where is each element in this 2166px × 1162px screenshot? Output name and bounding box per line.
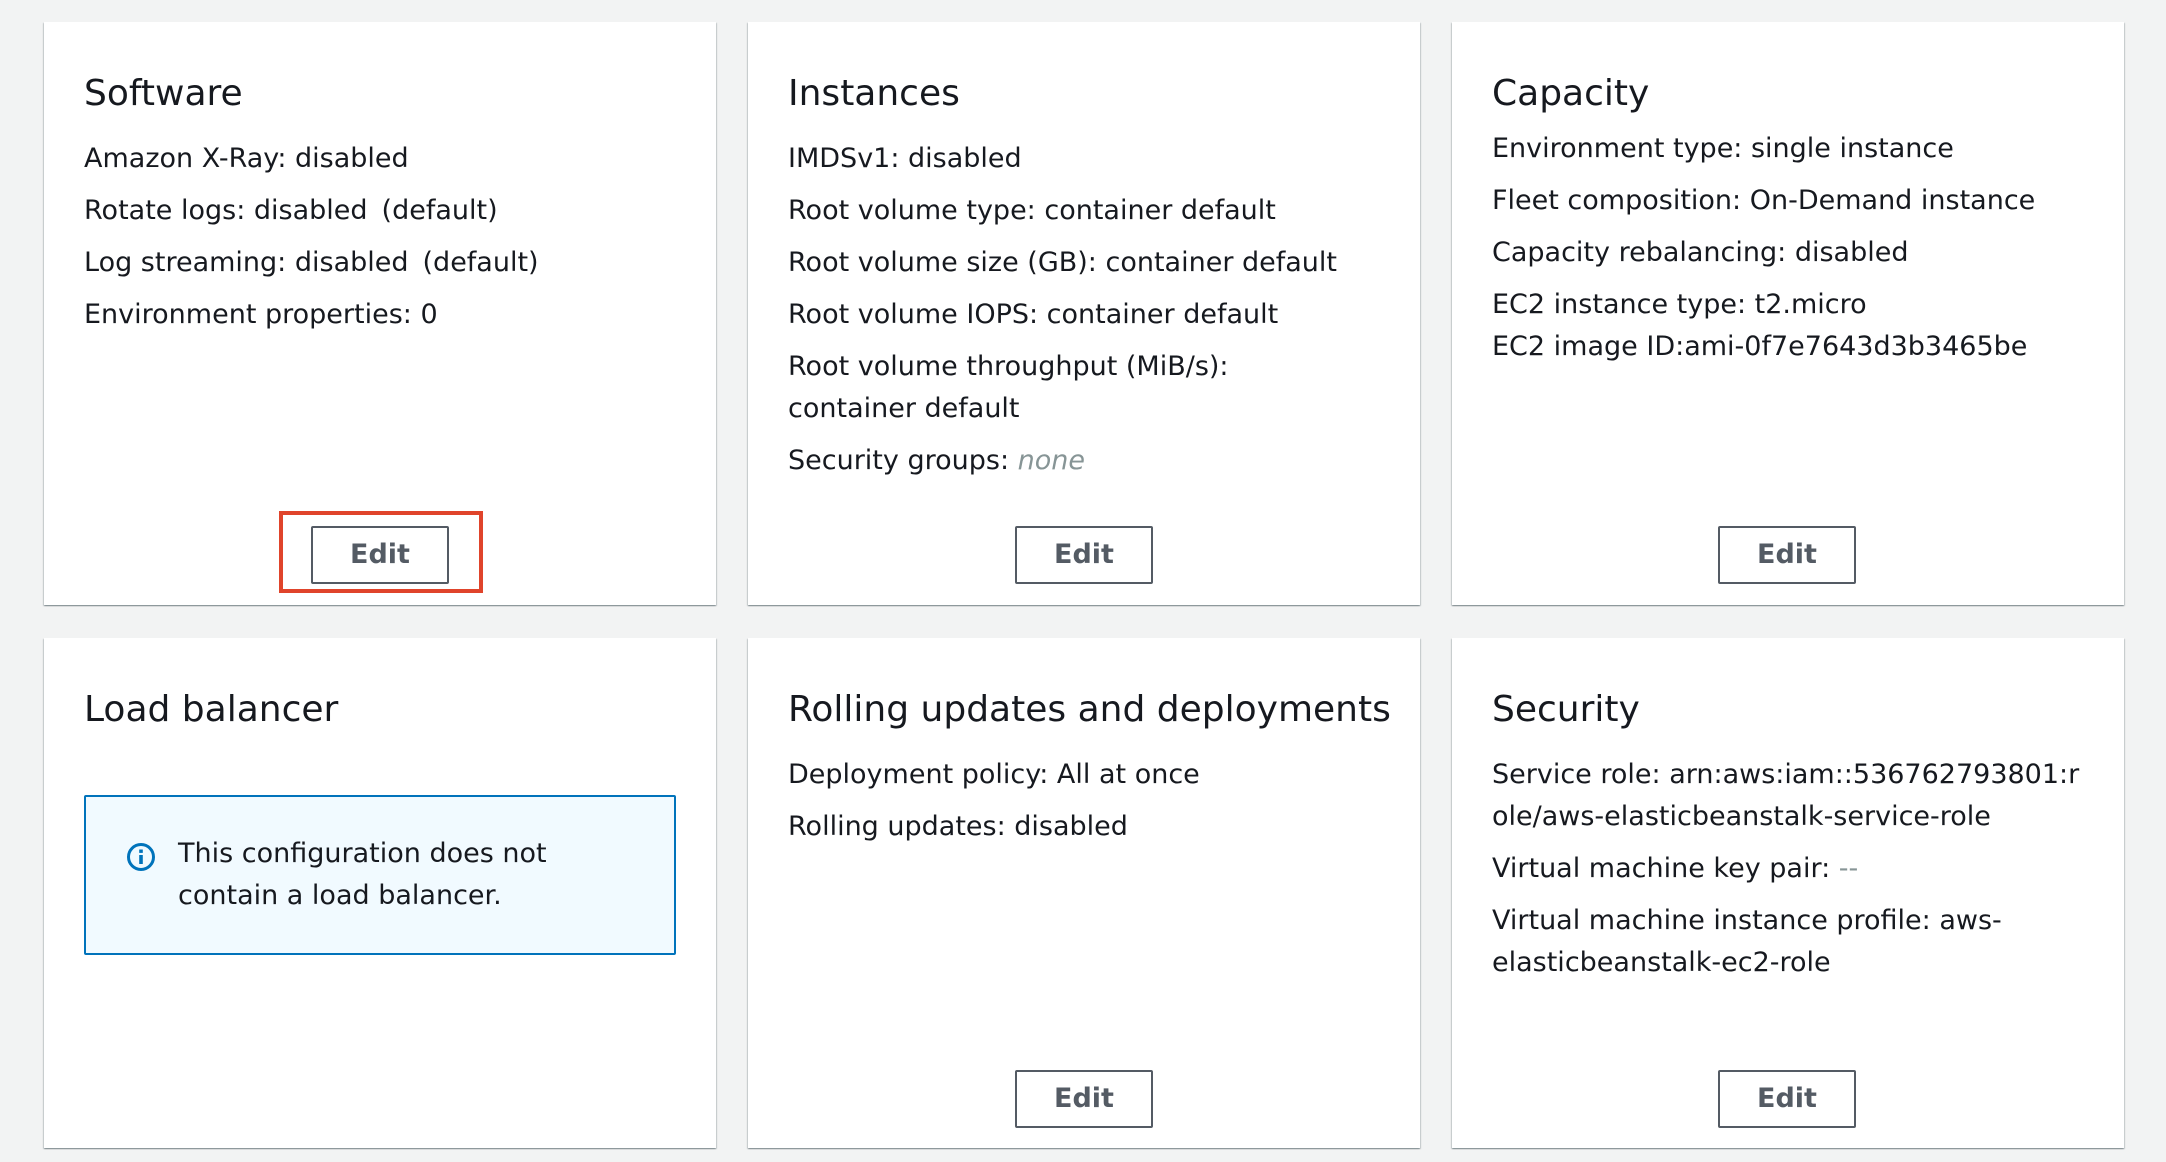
root-volume-type: Root volume type: container default xyxy=(788,195,1276,226)
rolling-updates-edit-button[interactable]: Edit xyxy=(1015,1070,1153,1128)
capacity-card: Capacity Environment type: single instan… xyxy=(1452,22,2124,605)
root-volume-iops: Root volume IOPS: container default xyxy=(788,299,1279,330)
software-edit-button[interactable]: Edit xyxy=(311,526,449,584)
security-details: Service role: arn:aws:iam::536762793801:… xyxy=(1492,754,2084,994)
rolling-updates-title: Rolling updates and deployments xyxy=(788,689,1391,730)
xray-status: Amazon X-Ray: disabled xyxy=(84,143,409,174)
capacity-edit-button[interactable]: Edit xyxy=(1718,526,1856,584)
rolling-updates-card: Rolling updates and deployments Deployme… xyxy=(748,638,1420,1148)
log-streaming-label: Log streaming: disabled xyxy=(84,247,409,278)
capacity-details: Environment type: single instance Fleet … xyxy=(1492,128,2088,368)
security-card: Security Service role: arn:aws:iam::5367… xyxy=(1452,638,2124,1148)
instance-profile: Virtual machine instance profile: aws-el… xyxy=(1492,905,2002,978)
rolling-updates-details: Deployment policy: All at once Rolling u… xyxy=(788,754,1384,858)
security-groups-label: Security groups: xyxy=(788,445,1010,476)
instances-card: Instances IMDSv1: disabled Root volume t… xyxy=(748,22,1420,605)
log-streaming-status: Log streaming: disabled (default) xyxy=(84,242,680,284)
key-pair: Virtual machine key pair: -- xyxy=(1492,848,2084,890)
security-title: Security xyxy=(1492,689,1640,730)
info-circle-icon xyxy=(127,843,155,871)
service-role: Service role: arn:aws:iam::536762793801:… xyxy=(1492,759,2080,832)
rotate-logs-status: Rotate logs: disabled (default) xyxy=(84,190,680,232)
environment-type: Environment type: single instance xyxy=(1492,133,1954,164)
key-pair-value: -- xyxy=(1838,853,1859,884)
root-volume-throughput: Root volume throughput (MiB/s): containe… xyxy=(788,351,1229,424)
deployment-policy: Deployment policy: All at once xyxy=(788,759,1200,790)
software-details: Amazon X-Ray: disabled Rotate logs: disa… xyxy=(84,138,680,346)
rolling-updates-status: Rolling updates: disabled xyxy=(788,811,1128,842)
rotate-logs-default: (default) xyxy=(381,195,498,226)
key-pair-label: Virtual machine key pair: xyxy=(1492,853,1831,884)
imdsv1-status: IMDSv1: disabled xyxy=(788,143,1022,174)
capacity-title: Capacity xyxy=(1492,73,1650,114)
load-balancer-card: Load balancer This configuration does no… xyxy=(44,638,716,1148)
ec2-image-id: EC2 image ID:ami-0f7e7643d3b3465be xyxy=(1492,331,2028,362)
rotate-logs-label: Rotate logs: disabled xyxy=(84,195,368,226)
software-card: Software Amazon X-Ray: disabled Rotate l… xyxy=(44,22,716,605)
no-load-balancer-message: This configuration does not contain a lo… xyxy=(178,838,547,911)
instances-details: IMDSv1: disabled Root volume type: conta… xyxy=(788,138,1350,492)
software-title: Software xyxy=(84,73,243,114)
instances-edit-button[interactable]: Edit xyxy=(1015,526,1153,584)
security-edit-button[interactable]: Edit xyxy=(1718,1070,1856,1128)
security-groups-value: none xyxy=(1017,445,1085,476)
log-streaming-default: (default) xyxy=(422,247,539,278)
instances-title: Instances xyxy=(788,73,960,114)
security-groups: Security groups: none xyxy=(788,440,1350,482)
load-balancer-title: Load balancer xyxy=(84,689,339,730)
no-load-balancer-alert: This configuration does not contain a lo… xyxy=(84,795,676,955)
root-volume-size: Root volume size (GB): container default xyxy=(788,247,1338,278)
fleet-composition: Fleet composition: On-Demand instance xyxy=(1492,185,2036,216)
ec2-instance-type: EC2 instance type: t2.micro xyxy=(1492,289,1867,320)
capacity-rebalancing: Capacity rebalancing: disabled xyxy=(1492,237,1909,268)
environment-properties: Environment properties: 0 xyxy=(84,299,438,330)
